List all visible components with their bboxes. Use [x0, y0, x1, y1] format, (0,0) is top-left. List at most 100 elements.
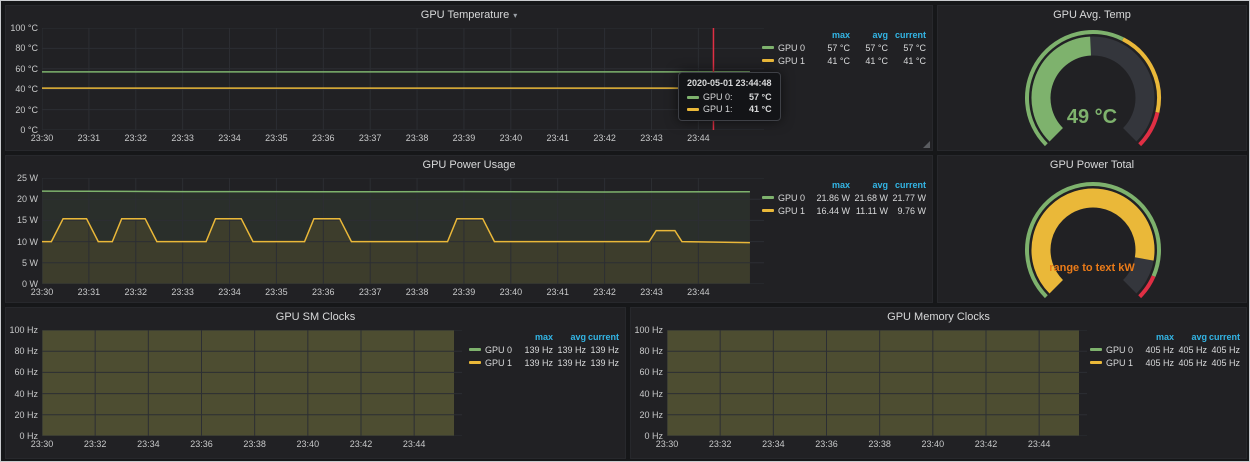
legend-header-current[interactable]: current: [586, 332, 619, 342]
x-tick-label: 23:42: [968, 439, 1004, 449]
panel-title-gpu-temperature[interactable]: GPU Temperature▾: [6, 6, 932, 24]
series-key-icon: [762, 196, 774, 199]
memory-clocks-legend: maxavgcurrentGPU 0405 Hz405 Hz405 HzGPU …: [1090, 330, 1240, 369]
x-tick-label: 23:36: [183, 439, 219, 449]
legend-value: 57 °C: [850, 43, 888, 53]
power-chart-area[interactable]: [42, 178, 764, 284]
legend-row: GPU 1139 Hz139 Hz139 Hz: [469, 356, 619, 369]
x-tick-label: 23:36: [305, 287, 341, 297]
legend-row: GPU 1405 Hz405 Hz405 Hz: [1090, 356, 1240, 369]
panel-title-text: GPU Power Usage: [423, 159, 516, 171]
legend-series-name[interactable]: GPU 1: [762, 206, 812, 216]
panel-gpu-sm-clocks: GPU SM Clocks maxavgcurrentGPU 0139 Hz13…: [5, 307, 626, 459]
series-key-icon: [1090, 361, 1102, 364]
y-tick-label: 100 Hz: [0, 325, 38, 335]
legend-series-name[interactable]: GPU 0: [1090, 345, 1141, 355]
legend-series-name[interactable]: GPU 0: [762, 43, 812, 53]
legend-header-max[interactable]: max: [1141, 332, 1174, 342]
legend-value: 139 Hz: [553, 345, 586, 355]
legend-header-current[interactable]: current: [888, 30, 926, 40]
y-tick-label: 20 Hz: [625, 410, 663, 420]
x-tick-label: 23:44: [1021, 439, 1057, 449]
series-key-icon: [762, 46, 774, 49]
x-tick-label: 23:35: [258, 133, 294, 143]
legend-header-avg[interactable]: avg: [553, 332, 586, 342]
y-tick-label: 40 °C: [0, 84, 38, 94]
legend-header-row: maxavgcurrent: [762, 178, 926, 191]
y-tick-label: 0 Hz: [625, 431, 663, 441]
panel-gpu-memory-clocks: GPU Memory Clocks maxavgcurrentGPU 0405 …: [630, 307, 1247, 459]
tooltip-timestamp: 2020-05-01 23:44:48: [687, 78, 772, 88]
x-tick-label: 23:42: [343, 439, 379, 449]
chevron-down-icon: ▾: [513, 11, 517, 20]
panel-title-gpu-memory-clocks[interactable]: GPU Memory Clocks: [631, 308, 1246, 326]
panel-resize-handle[interactable]: [923, 141, 930, 148]
panel-gpu-avg-temp: GPU Avg. Temp 49 °C: [937, 5, 1247, 151]
panel-title-gpu-power-usage[interactable]: GPU Power Usage: [6, 156, 932, 174]
x-tick-label: 23:31: [71, 287, 107, 297]
x-tick-label: 23:30: [649, 439, 685, 449]
legend-row: GPU 057 °C57 °C57 °C: [762, 41, 926, 54]
legend-header-row: maxavgcurrent: [762, 28, 926, 41]
y-tick-label: 0 °C: [0, 125, 38, 135]
y-tick-label: 10 W: [0, 237, 38, 247]
temperature-chart-area[interactable]: [42, 28, 764, 130]
y-tick-label: 20 W: [0, 194, 38, 204]
panel-title-text: GPU SM Clocks: [276, 311, 355, 323]
legend-header-current[interactable]: current: [1207, 332, 1240, 342]
x-tick-label: 23:43: [633, 287, 669, 297]
x-tick-label: 23:40: [493, 287, 529, 297]
legend-series-name[interactable]: GPU 0: [762, 193, 812, 203]
tooltip-series-row: GPU 0: 57 °C: [687, 91, 772, 103]
legend-value: 139 Hz: [520, 345, 553, 355]
power-legend: maxavgcurrentGPU 021.86 W21.68 W21.77 WG…: [762, 178, 926, 217]
legend-series-name[interactable]: GPU 1: [1090, 358, 1141, 368]
legend-header-avg[interactable]: avg: [850, 30, 888, 40]
power-plot: [42, 178, 764, 284]
panel-title-gpu-sm-clocks[interactable]: GPU SM Clocks: [6, 308, 625, 326]
series-key-icon: [469, 348, 481, 351]
panel-gpu-temperature: GPU Temperature▾ maxavgcurrentGPU 057 °C…: [5, 5, 933, 151]
legend-header-max[interactable]: max: [812, 30, 850, 40]
series-key-icon: [1090, 348, 1102, 351]
x-tick-label: 23:30: [24, 133, 60, 143]
memory-clocks-chart-area[interactable]: [667, 330, 1087, 436]
legend-header-max[interactable]: max: [520, 332, 553, 342]
legend-value: 57 °C: [812, 43, 850, 53]
x-tick-label: 23:33: [165, 133, 201, 143]
legend-header-current[interactable]: current: [888, 180, 926, 190]
x-tick-label: 23:32: [118, 287, 154, 297]
y-tick-label: 80 Hz: [0, 346, 38, 356]
legend-value: 405 Hz: [1207, 358, 1240, 368]
legend-value: 139 Hz: [586, 345, 619, 355]
avg-temp-gauge: [963, 22, 1223, 148]
sm-clocks-chart-area[interactable]: [42, 330, 462, 436]
y-tick-label: 5 W: [0, 258, 38, 268]
legend-value: 405 Hz: [1141, 358, 1174, 368]
x-tick-label: 23:30: [24, 439, 60, 449]
legend-series-name[interactable]: GPU 1: [469, 358, 520, 368]
legend-header-avg[interactable]: avg: [1174, 332, 1207, 342]
x-tick-label: 23:38: [399, 133, 435, 143]
legend-header-row: maxavgcurrent: [469, 330, 619, 343]
legend-header-avg[interactable]: avg: [850, 180, 888, 190]
mem_clocks-plot: [667, 330, 1087, 436]
legend-value: 405 Hz: [1141, 345, 1174, 355]
y-tick-label: 20 °C: [0, 105, 38, 115]
legend-series-name[interactable]: GPU 1: [762, 56, 812, 66]
legend-value: 41 °C: [812, 56, 850, 66]
x-tick-label: 23:35: [258, 287, 294, 297]
x-tick-label: 23:44: [680, 287, 716, 297]
grafana-dashboard: GPU Temperature▾ maxavgcurrentGPU 057 °C…: [0, 0, 1250, 462]
x-tick-label: 23:33: [165, 287, 201, 297]
power-total-gauge: [963, 172, 1223, 300]
legend-row: GPU 141 °C41 °C41 °C: [762, 54, 926, 67]
temperature-plot: [42, 28, 764, 130]
legend-value: 16.44 W: [812, 206, 850, 216]
series-key-icon: [762, 209, 774, 212]
panel-title-text: GPU Avg. Temp: [1053, 9, 1131, 21]
temperature-legend: maxavgcurrentGPU 057 °C57 °C57 °CGPU 141…: [762, 28, 926, 67]
legend-series-name[interactable]: GPU 0: [469, 345, 520, 355]
y-tick-label: 25 W: [0, 173, 38, 183]
legend-header-max[interactable]: max: [812, 180, 850, 190]
